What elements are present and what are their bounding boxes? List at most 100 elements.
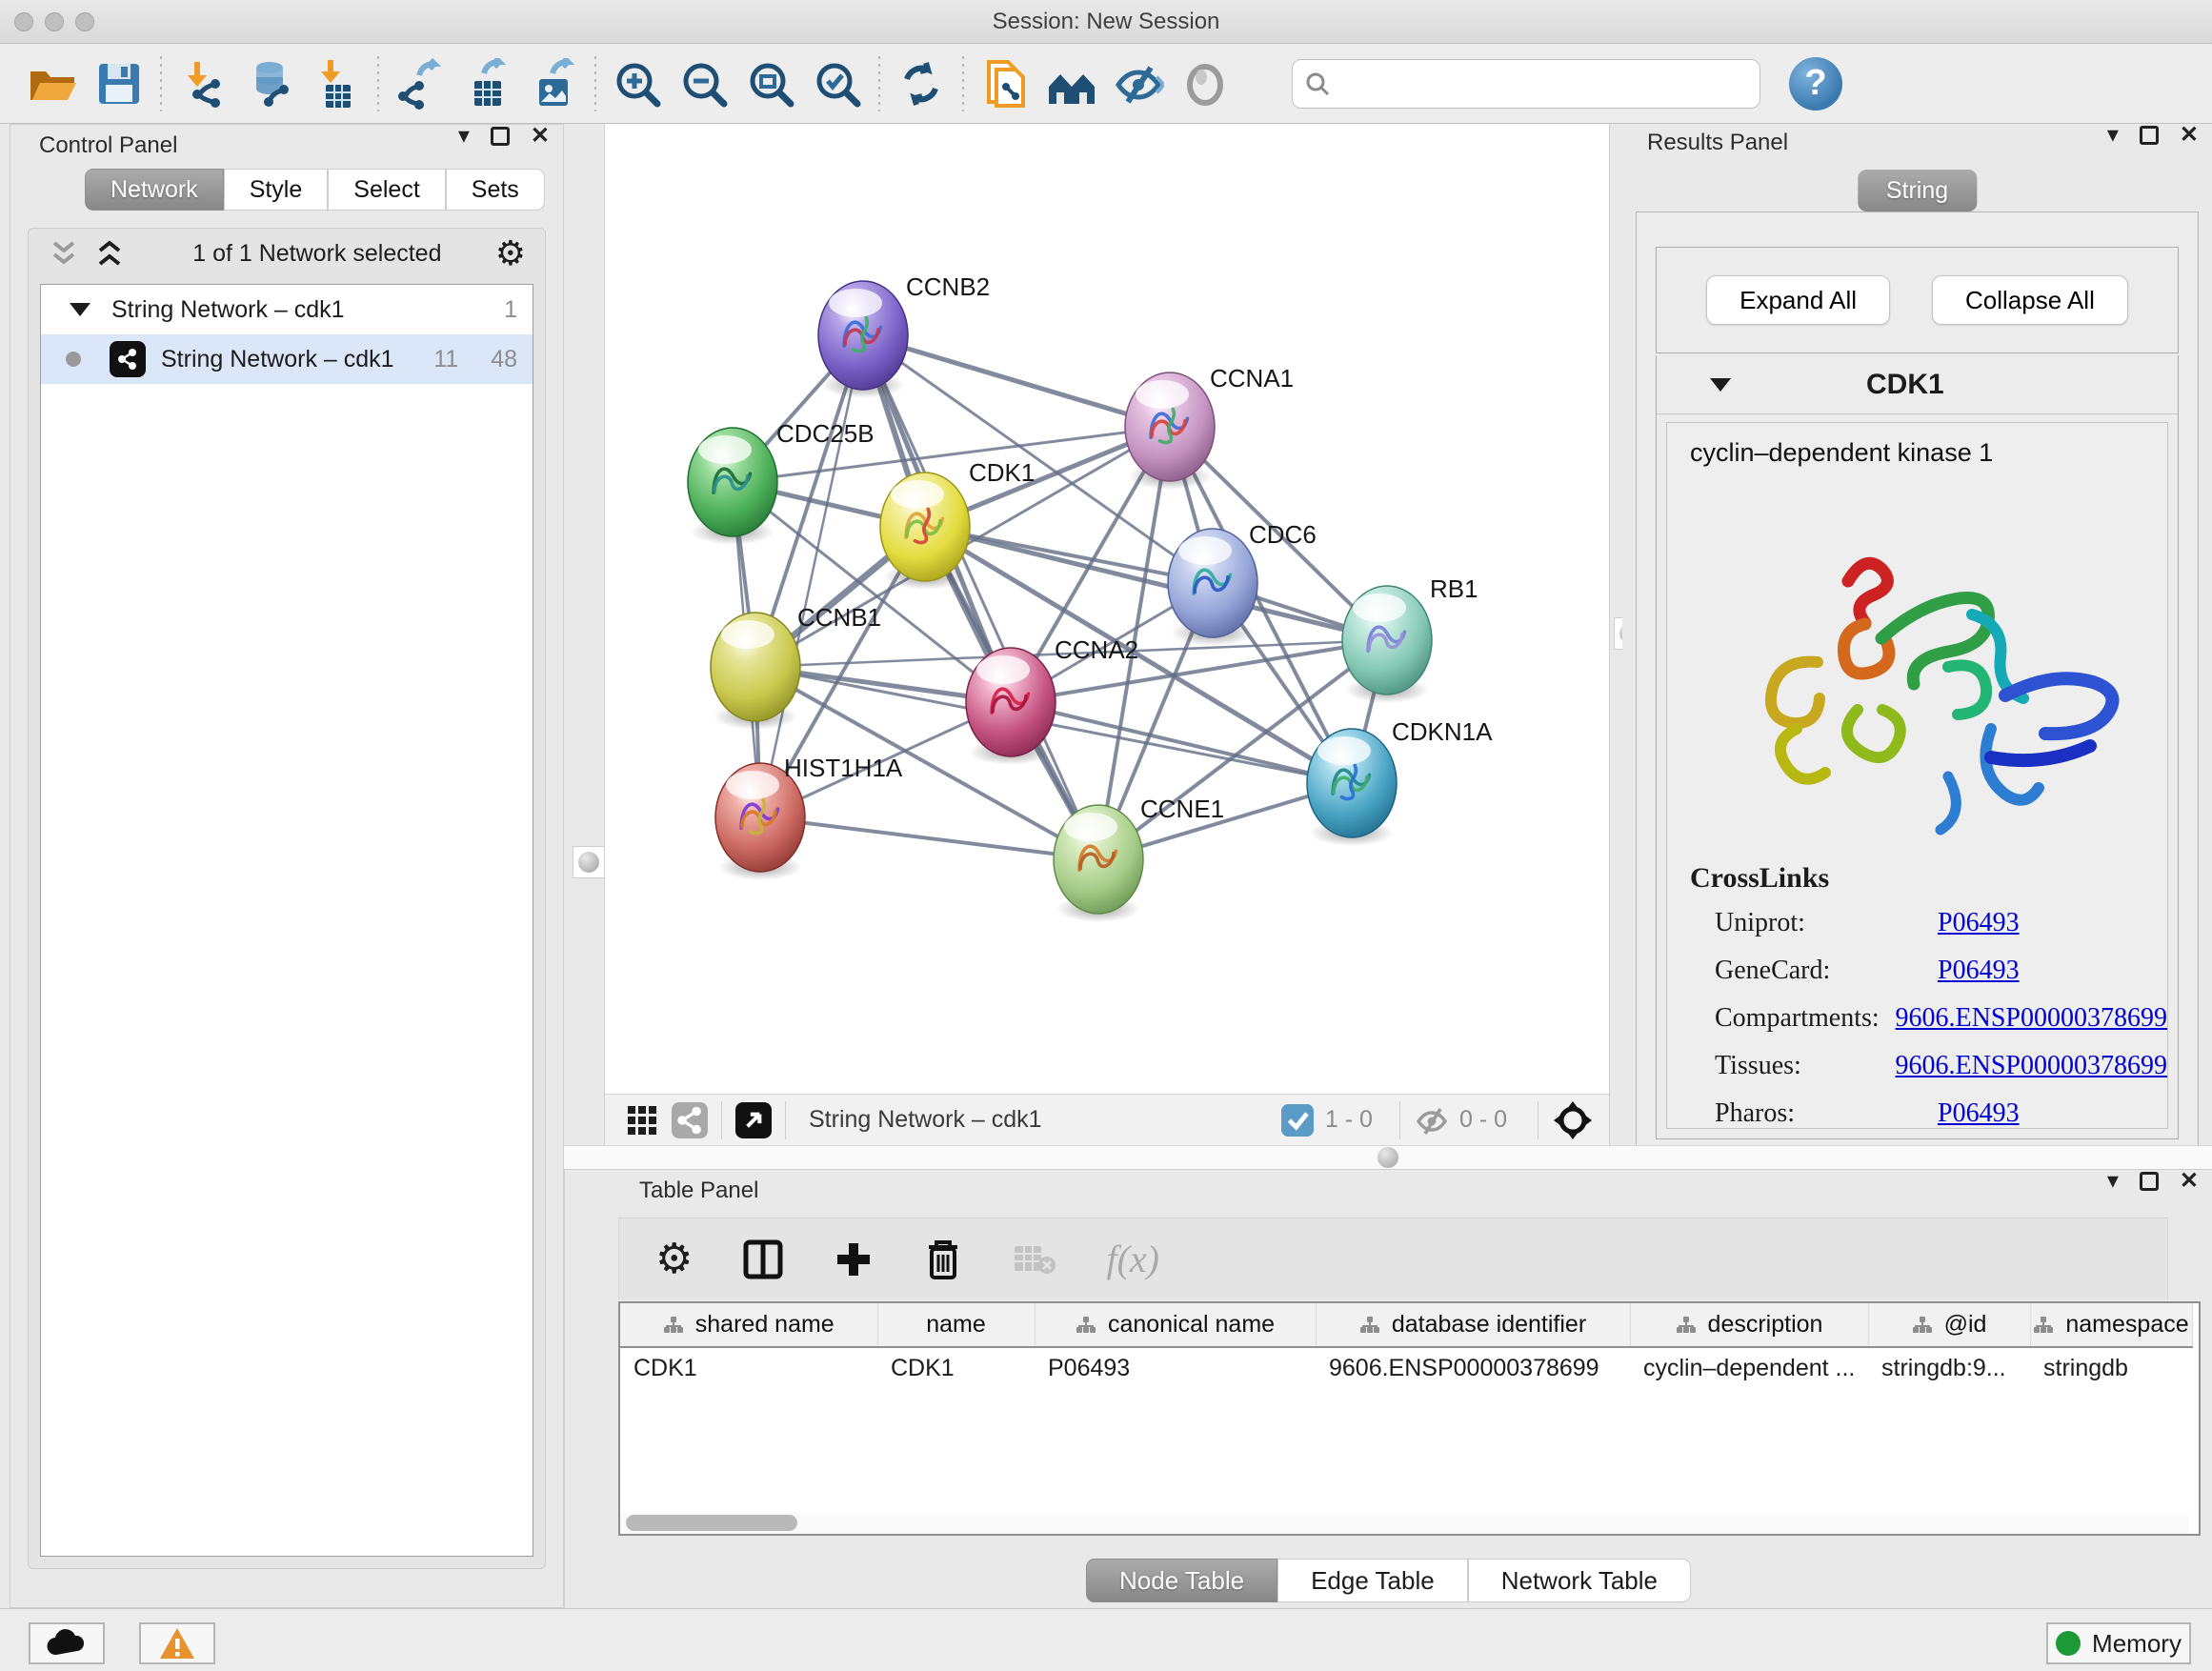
import-network-file-button[interactable] xyxy=(170,53,236,114)
float-panel-icon[interactable] xyxy=(491,127,510,146)
zoom-out-button[interactable] xyxy=(671,53,737,114)
open-external-icon[interactable] xyxy=(735,1102,772,1138)
string-document-button[interactable] xyxy=(972,53,1038,114)
table-cell[interactable]: CDK1 xyxy=(620,1347,877,1389)
left-splitter-handle[interactable] xyxy=(573,846,605,878)
table-settings-button[interactable]: ⚙ xyxy=(655,1235,693,1283)
import-table-button[interactable] xyxy=(303,53,370,114)
node-table[interactable]: shared namenamecanonical namedatabase id… xyxy=(618,1301,2201,1536)
tab-edge-table[interactable]: Edge Table xyxy=(1277,1559,1468,1602)
crosslink-link[interactable]: P06493 xyxy=(1938,1098,2020,1129)
memory-button[interactable]: Memory xyxy=(2046,1622,2191,1664)
crosslink-link[interactable]: 9606.ENSP00000378699 xyxy=(1896,1003,2167,1034)
export-network-button[interactable] xyxy=(387,53,453,114)
collapse-all-icon[interactable] xyxy=(48,239,80,268)
node-count: 11 xyxy=(433,346,458,373)
network-node-ccnb2[interactable]: CCNB2 xyxy=(818,272,990,398)
column-header-shared-name[interactable]: shared name xyxy=(620,1303,877,1347)
column-header--id[interactable]: @id xyxy=(1868,1303,2030,1347)
open-session-button[interactable] xyxy=(19,53,86,114)
hide-selected-button[interactable] xyxy=(1105,53,1172,114)
cloud-button[interactable] xyxy=(29,1622,105,1664)
delete-column-button[interactable] xyxy=(923,1238,963,1281)
float-panel-icon[interactable] xyxy=(2140,1172,2159,1191)
column-header-description[interactable]: description xyxy=(1630,1303,1868,1347)
column-header-canonical-name[interactable]: canonical name xyxy=(1035,1303,1316,1347)
delete-table-button[interactable] xyxy=(1013,1242,1056,1277)
close-panel-icon[interactable]: ✕ xyxy=(2180,124,2199,147)
tab-network[interactable]: Network xyxy=(85,169,224,211)
refresh-button[interactable] xyxy=(888,53,955,114)
network-collection-row[interactable]: String Network – cdk1 1 xyxy=(41,285,533,334)
table-cell[interactable]: CDK1 xyxy=(877,1347,1035,1389)
network-node-cdkn1a[interactable]: CDKN1A xyxy=(1307,717,1493,846)
table-cell[interactable]: cyclin–dependent ... xyxy=(1630,1347,1868,1389)
network-node-ccne1[interactable]: CCNE1 xyxy=(1054,795,1224,922)
gear-icon[interactable]: ⚙ xyxy=(495,233,526,273)
close-panel-icon[interactable]: ✕ xyxy=(2180,1170,2199,1193)
import-network-database-button[interactable] xyxy=(236,53,303,114)
add-column-button[interactable] xyxy=(834,1239,874,1279)
network-node-hist1h1a[interactable]: HIST1H1A xyxy=(715,754,903,880)
show-columns-button[interactable] xyxy=(742,1238,784,1280)
search-input[interactable] xyxy=(1331,65,1748,103)
show-all-button[interactable] xyxy=(1172,53,1238,114)
scrollbar-thumb[interactable] xyxy=(626,1515,797,1531)
network-canvas[interactable]: CCNB2CCNA1CDC25BCDK1CDC6RB1CCNB1CCNA2CDK… xyxy=(605,124,1611,1094)
tab-sets[interactable]: Sets xyxy=(446,169,545,211)
share-view-icon[interactable] xyxy=(672,1102,708,1138)
zoom-fit-button[interactable] xyxy=(737,53,804,114)
warnings-button[interactable] xyxy=(139,1622,215,1664)
network-node-cdc25b[interactable]: CDC25B xyxy=(688,419,875,545)
zoom-in-button[interactable] xyxy=(604,53,671,114)
tab-network-table[interactable]: Network Table xyxy=(1468,1559,1691,1602)
tab-select[interactable]: Select xyxy=(328,169,445,211)
tab-string[interactable]: String xyxy=(1858,170,1977,211)
entry-expander-icon[interactable] xyxy=(1710,378,1731,392)
network-node-cdk1[interactable]: CDK1 xyxy=(880,458,1035,590)
tab-style[interactable]: Style xyxy=(224,169,329,211)
network-node-cdc6[interactable]: CDC6 xyxy=(1168,520,1317,646)
network-node-ccna1[interactable]: CCNA1 xyxy=(1125,364,1294,490)
network-edge[interactable] xyxy=(760,335,863,817)
fit-crosshair-icon[interactable] xyxy=(1552,1099,1594,1141)
collection-expander-icon[interactable] xyxy=(70,303,90,316)
crosslink-link[interactable]: 9606.ENSP00000378699 xyxy=(1896,1051,2167,1081)
help-button[interactable]: ? xyxy=(1789,57,1842,111)
panel-menu-icon[interactable]: ▾ xyxy=(2107,124,2119,147)
column-header-namespace[interactable]: namespace xyxy=(2030,1303,2192,1347)
network-edge[interactable] xyxy=(1011,702,1352,783)
horizontal-splitter[interactable] xyxy=(564,1145,2212,1170)
collapse-all-button[interactable]: Collapse All xyxy=(1932,275,2128,325)
close-panel-icon[interactable]: ✕ xyxy=(531,125,550,148)
table-horizontal-scrollbar[interactable] xyxy=(620,1513,2188,1534)
expand-all-icon[interactable] xyxy=(93,239,126,268)
tab-node-table[interactable]: Node Table xyxy=(1086,1559,1277,1602)
export-table-button[interactable] xyxy=(453,53,520,114)
network-node-ccnb1[interactable]: CCNB1 xyxy=(711,603,881,730)
panel-menu-icon[interactable]: ▾ xyxy=(458,125,470,148)
network-edge[interactable] xyxy=(760,817,1098,859)
table-cell[interactable]: P06493 xyxy=(1035,1347,1316,1389)
selected-checkbox-icon[interactable] xyxy=(1281,1104,1314,1137)
first-neighbors-button[interactable] xyxy=(1038,53,1105,114)
grid-view-icon[interactable] xyxy=(626,1104,658,1137)
zoom-selected-button[interactable] xyxy=(804,53,871,114)
function-builder-button[interactable]: f(x) xyxy=(1106,1237,1159,1281)
column-header-name[interactable]: name xyxy=(877,1303,1035,1347)
table-cell[interactable]: 9606.ENSP00000378699 xyxy=(1316,1347,1630,1389)
network-row[interactable]: String Network – cdk1 11 48 xyxy=(41,334,533,384)
network-node-rb1[interactable]: RB1 xyxy=(1342,574,1478,703)
crosslink-link[interactable]: P06493 xyxy=(1938,908,2020,938)
table-cell[interactable]: stringdb xyxy=(2030,1347,2192,1389)
column-header-database-identifier[interactable]: database identifier xyxy=(1316,1303,1630,1347)
network-edge[interactable] xyxy=(863,335,1170,427)
export-image-button[interactable] xyxy=(520,53,587,114)
float-panel-icon[interactable] xyxy=(2140,126,2159,145)
table-row[interactable]: CDK1CDK1P064939606.ENSP00000378699cyclin… xyxy=(620,1347,2192,1389)
crosslink-link[interactable]: P06493 xyxy=(1938,956,2020,986)
panel-menu-icon[interactable]: ▾ xyxy=(2107,1170,2119,1193)
save-session-button[interactable] xyxy=(86,53,152,114)
table-cell[interactable]: stringdb:9... xyxy=(1868,1347,2030,1389)
expand-all-button[interactable]: Expand All xyxy=(1706,275,1890,325)
